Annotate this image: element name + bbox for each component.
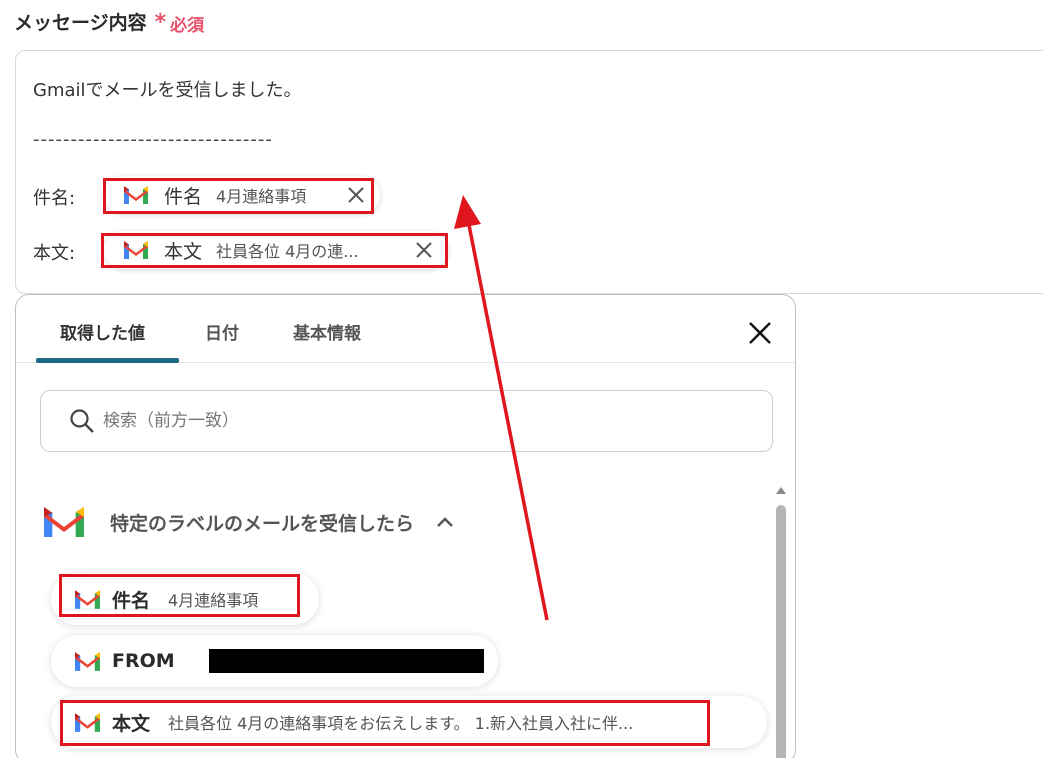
gmail-icon <box>44 507 84 537</box>
required-text: 必須 <box>170 15 205 36</box>
gmail-icon <box>75 589 100 609</box>
redacted-value <box>208 649 484 673</box>
tab-acquired-values[interactable]: 取得した値 <box>60 319 145 344</box>
close-icon[interactable] <box>346 185 366 205</box>
close-icon[interactable] <box>414 240 434 260</box>
editor-chip-value: 社員各位 4月の連... <box>216 242 359 261</box>
tab-basic-info[interactable]: 基本情報 <box>293 319 361 344</box>
gmail-icon <box>75 712 100 732</box>
search-icon <box>70 409 94 433</box>
editor-chip-body[interactable]: 本文 社員各位 4月の連... <box>104 231 448 269</box>
editor-chip-name: 本文 <box>164 240 203 263</box>
tab-date[interactable]: 日付 <box>205 319 239 344</box>
editor-chip-subject[interactable]: 件名 4月連絡事項 <box>104 176 380 214</box>
gmail-icon <box>75 651 100 671</box>
close-icon[interactable] <box>748 321 772 345</box>
required-badge: * 必須 <box>155 11 205 36</box>
gmail-icon <box>124 241 148 259</box>
gmail-icon <box>124 186 148 204</box>
value-item-value: 社員各位 4月の連絡事項をお伝えします。 1.新入社員入社に伴... <box>168 714 634 733</box>
value-item-name: 本文 <box>112 712 151 735</box>
scrollbar[interactable] <box>774 485 788 758</box>
scrollbar-thumb[interactable] <box>776 505 786 758</box>
scroll-up-icon[interactable] <box>775 485 787 495</box>
value-item-subject[interactable]: 件名 4月連絡事項 <box>51 573 319 625</box>
editor-body-label: 本文: <box>33 243 76 264</box>
field-label-text: メッセージ内容 <box>14 12 147 34</box>
value-item-value: 4月連絡事項 <box>168 591 259 610</box>
editor-chip-name: 件名 <box>164 185 203 208</box>
value-item-name: FROM <box>112 650 175 672</box>
chevron-up-icon[interactable] <box>436 516 454 528</box>
editor-separator: -------------------------------- <box>33 129 273 150</box>
active-tab-indicator <box>36 358 179 363</box>
editor-subject-label: 件名: <box>33 188 76 209</box>
search-input[interactable] <box>103 411 703 431</box>
editor-chip-value: 4月連絡事項 <box>216 187 307 206</box>
search-box[interactable] <box>40 390 773 452</box>
trigger-group-header[interactable]: 特定のラベルのメールを受信したら <box>44 507 454 537</box>
required-star: * <box>154 10 167 35</box>
field-label: メッセージ内容 * 必須 <box>14 8 204 36</box>
tab-bar: 取得した値 日付 基本情報 <box>16 295 795 363</box>
value-item-name: 件名 <box>112 589 151 612</box>
trigger-group-title: 特定のラベルのメールを受信したら <box>110 512 415 535</box>
value-item-from[interactable]: FROM <box>51 635 498 687</box>
value-item-body[interactable]: 本文 社員各位 4月の連絡事項をお伝えします。 1.新入社員入社に伴... <box>51 696 767 748</box>
value-picker-panel: 取得した値 日付 基本情報 特定のラベルのメールを受信したら <box>15 294 796 758</box>
editor-line-intro: Gmailでメールを受信しました。 <box>33 80 302 101</box>
